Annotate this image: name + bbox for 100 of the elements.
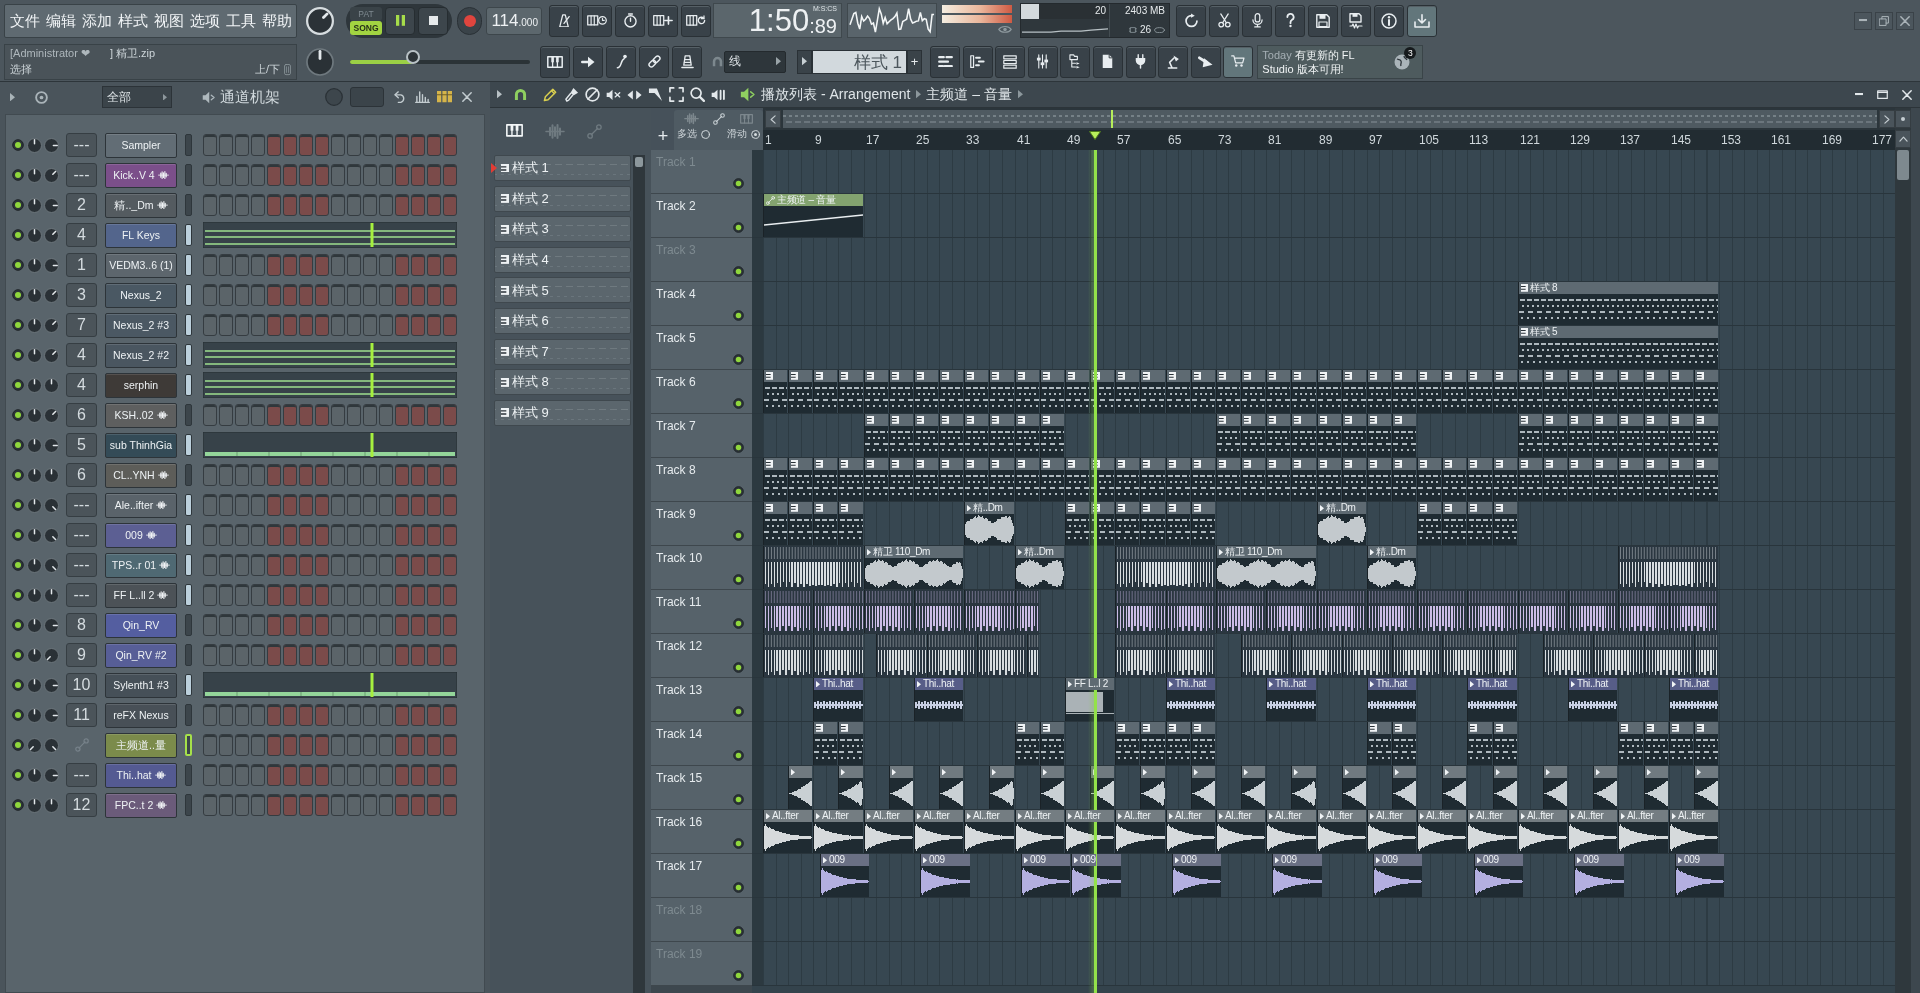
audio-clip[interactable]: 009: [1373, 854, 1422, 897]
pan-knob[interactable]: [27, 407, 42, 423]
channel-select-toggle[interactable]: [185, 794, 192, 816]
channel-select-toggle[interactable]: [185, 674, 192, 696]
pattern-clip[interactable]: [1191, 458, 1215, 501]
audio-clip[interactable]: Al..fter: [1618, 810, 1668, 853]
pattern-clip[interactable]: [1669, 722, 1693, 765]
pattern-clip[interactable]: [1518, 458, 1542, 501]
note-bars-button[interactable]: [962, 45, 993, 78]
triangle-down-icon[interactable]: [1088, 131, 1101, 140]
pattern-clip[interactable]: [1015, 458, 1039, 501]
pattern-clip[interactable]: [813, 370, 837, 413]
audio-clip[interactable]: Thi..hat: [1467, 678, 1517, 721]
channel-button[interactable]: 009: [105, 522, 177, 548]
volume-knob[interactable]: [44, 407, 59, 423]
audio-clip[interactable]: [1317, 590, 1366, 633]
pan-knob[interactable]: [27, 347, 42, 363]
pattern-clip[interactable]: [864, 414, 888, 457]
audio-clip[interactable]: [763, 634, 812, 677]
pattern-clip[interactable]: [1015, 722, 1039, 765]
mixer-track-selector[interactable]: 10: [66, 673, 97, 697]
pan-knob[interactable]: [27, 557, 42, 573]
pattern-clip[interactable]: [838, 502, 863, 545]
pattern-clip[interactable]: [1367, 458, 1391, 501]
led-toggle[interactable]: [12, 739, 24, 751]
pattern-clip[interactable]: [1342, 458, 1366, 501]
folder-tree-button[interactable]: [1060, 45, 1091, 78]
channel-select-toggle[interactable]: [185, 224, 192, 246]
pattern-clip[interactable]: [1543, 414, 1567, 457]
tool-button[interactable]: [564, 87, 579, 102]
volume-knob[interactable]: [44, 137, 59, 153]
led-toggle[interactable]: [733, 398, 744, 409]
pan-knob[interactable]: [27, 197, 42, 213]
pattern-clip[interactable]: [763, 370, 787, 413]
pan-knob[interactable]: [27, 437, 42, 453]
led-toggle[interactable]: [12, 709, 24, 721]
channel-button[interactable]: reFX Nexus: [105, 702, 177, 728]
track-header[interactable]: Track 17: [651, 854, 752, 898]
audio-clip[interactable]: [1115, 590, 1165, 633]
curve-button[interactable]: [606, 45, 636, 78]
audio-clip[interactable]: Thi..hat: [1166, 678, 1215, 721]
channel-select-toggle[interactable]: [185, 374, 192, 396]
track-header[interactable]: Track 15: [651, 766, 752, 810]
mixer-track-selector[interactable]: 1: [66, 253, 97, 277]
channel-button[interactable]: FF L..ll 2: [105, 582, 177, 608]
pattern-clip[interactable]: [1493, 502, 1517, 545]
audio-clip[interactable]: 009: [1021, 854, 1070, 897]
channel-select-toggle[interactable]: [185, 404, 192, 426]
pattern-clip[interactable]: [1644, 370, 1668, 413]
channel-select-toggle[interactable]: [185, 554, 192, 576]
led-toggle[interactable]: [12, 469, 24, 481]
bar-rows-button[interactable]: [930, 45, 960, 78]
stop-button[interactable]: [418, 6, 448, 35]
tool-button[interactable]: [585, 87, 600, 102]
pattern-clip[interactable]: [1115, 722, 1139, 765]
pattern-item[interactable]: 样式 8: [494, 369, 631, 396]
audio-clip[interactable]: [1166, 590, 1215, 633]
mixer-track-selector[interactable]: 8: [66, 613, 97, 637]
pattern-clip[interactable]: [939, 370, 963, 413]
tool-button[interactable]: [690, 87, 705, 102]
snap-dropdown[interactable]: 线: [724, 50, 786, 73]
audio-clip[interactable]: Al..fter: [1317, 810, 1366, 853]
led-toggle[interactable]: [12, 679, 24, 691]
led-toggle[interactable]: [733, 618, 744, 629]
audio-clip[interactable]: [864, 590, 913, 633]
audio-clip[interactable]: [1090, 766, 1114, 809]
pan-knob[interactable]: [27, 587, 42, 603]
audio-clip[interactable]: [1342, 766, 1366, 809]
channel-button[interactable]: Thi..hat: [105, 762, 177, 788]
pattern-clip[interactable]: [1644, 414, 1668, 457]
audio-clip[interactable]: Al..fter: [1115, 810, 1165, 853]
bar-chart-icon[interactable]: [415, 90, 430, 104]
mixer-track-selector[interactable]: ---: [66, 163, 97, 187]
pattern-clip[interactable]: [964, 414, 988, 457]
mixer-track-selector[interactable]: 4: [66, 343, 97, 367]
channel-button[interactable]: KSH..02: [105, 402, 177, 428]
value-field[interactable]: [350, 87, 384, 107]
channel-select-toggle[interactable]: [185, 464, 192, 486]
pattern-clip[interactable]: [1493, 722, 1517, 765]
maximize-button[interactable]: [1877, 89, 1888, 100]
channel-select-toggle[interactable]: [185, 284, 192, 306]
audio-clip[interactable]: [1216, 590, 1265, 633]
pattern-item[interactable]: 样式 5: [494, 277, 631, 304]
mixer-track-selector[interactable]: 7: [66, 313, 97, 337]
pattern-clip[interactable]: [1417, 458, 1441, 501]
audio-clip[interactable]: [1040, 766, 1064, 809]
led-toggle[interactable]: [733, 882, 744, 893]
track-header[interactable]: Track 12: [651, 634, 752, 678]
audio-clip[interactable]: [788, 766, 812, 809]
multi-select-toggle[interactable]: 多选: [677, 128, 710, 140]
arrow-button[interactable]: [1190, 45, 1221, 78]
pattern-clip[interactable]: [1417, 502, 1441, 545]
channel-button[interactable]: Nexus_2 #3: [105, 312, 177, 338]
audio-clip[interactable]: [813, 634, 863, 677]
led-toggle[interactable]: [733, 178, 744, 189]
pattern-clip[interactable]: [1166, 458, 1190, 501]
audio-clip[interactable]: Al..fter: [1015, 810, 1064, 853]
volume-knob[interactable]: [44, 377, 59, 393]
volume-knob[interactable]: [44, 527, 59, 543]
pan-knob[interactable]: [27, 497, 42, 513]
